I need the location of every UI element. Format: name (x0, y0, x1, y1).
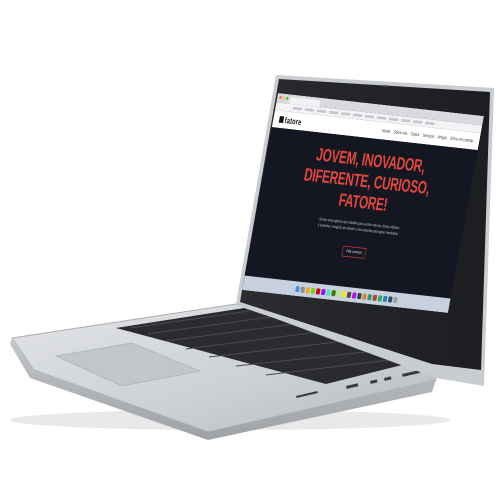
contact-button[interactable]: Fale conosco (342, 246, 367, 259)
bookmark-item[interactable] (389, 117, 399, 121)
camera (384, 84, 388, 88)
dock-app-icon[interactable] (341, 291, 346, 297)
bookmark-item[interactable] (401, 119, 411, 123)
bookmark-item[interactable] (341, 112, 351, 116)
dock-app-icon[interactable] (346, 291, 351, 297)
brand-name: fatore (284, 114, 303, 127)
dock-app-icon[interactable] (316, 288, 321, 294)
bookmark-item[interactable] (305, 108, 315, 112)
bookmark-item[interactable] (377, 116, 387, 120)
nav-item-articles[interactable]: Artigos (437, 135, 447, 141)
bookmark-item[interactable] (413, 120, 423, 124)
dock-app-icon[interactable] (321, 289, 326, 295)
bookmark-item[interactable] (317, 109, 327, 113)
nav-item-cases[interactable]: Cases (410, 132, 419, 138)
dock-app-icon[interactable] (295, 286, 300, 292)
maximize-dot-icon[interactable] (286, 97, 289, 101)
window-controls (279, 96, 289, 100)
dock-app-icon[interactable] (331, 290, 336, 296)
dock-app-icon[interactable] (300, 286, 305, 292)
dock-app-icon[interactable] (352, 292, 357, 298)
nav-item-home[interactable]: Home (382, 128, 391, 133)
laptop-photo: fatore Home Sobre nós Cases Serviços Art… (0, 0, 500, 500)
dock-app-icon[interactable] (336, 290, 341, 296)
hero-description: Somos uma agência que trabalha para evol… (317, 217, 400, 237)
dock-app-icon[interactable] (326, 289, 331, 295)
dock-app-icon[interactable] (372, 294, 377, 300)
dock-app-icon[interactable] (362, 293, 367, 299)
dock-app-icon[interactable] (367, 294, 372, 300)
dock-app-icon[interactable] (305, 287, 310, 293)
dock-app-icon[interactable] (377, 295, 382, 301)
dock-app-icon[interactable] (357, 293, 362, 299)
dock-app-icon[interactable] (393, 297, 398, 303)
screen-display: fatore Home Sobre nós Cases Serviços Art… (242, 93, 484, 313)
bookmark-item[interactable] (365, 115, 375, 119)
dock-app-icon[interactable] (382, 295, 387, 301)
nav-item-services[interactable]: Serviços (422, 133, 434, 139)
minimize-dot-icon[interactable] (282, 96, 285, 100)
close-dot-icon[interactable] (279, 96, 282, 100)
dock-app-icon[interactable] (310, 287, 315, 293)
dock-app-icon[interactable] (388, 296, 393, 302)
brand-logo[interactable]: fatore (278, 114, 302, 126)
nav-item-contact[interactable]: Entre em contato (450, 136, 474, 143)
bookmark-item[interactable] (329, 111, 339, 115)
bookmark-item[interactable] (293, 107, 303, 111)
bookmark-item[interactable] (353, 113, 363, 117)
bookmark-item[interactable] (425, 121, 435, 125)
nav-item-about[interactable]: Sobre nós (393, 130, 408, 136)
hero-title: JOVEM, INOVADOR, DIFERENTE, CURIOSO, FAT… (297, 143, 437, 220)
hero-section: JOVEM, INOVADOR, DIFERENTE, CURIOSO, FAT… (245, 127, 478, 298)
